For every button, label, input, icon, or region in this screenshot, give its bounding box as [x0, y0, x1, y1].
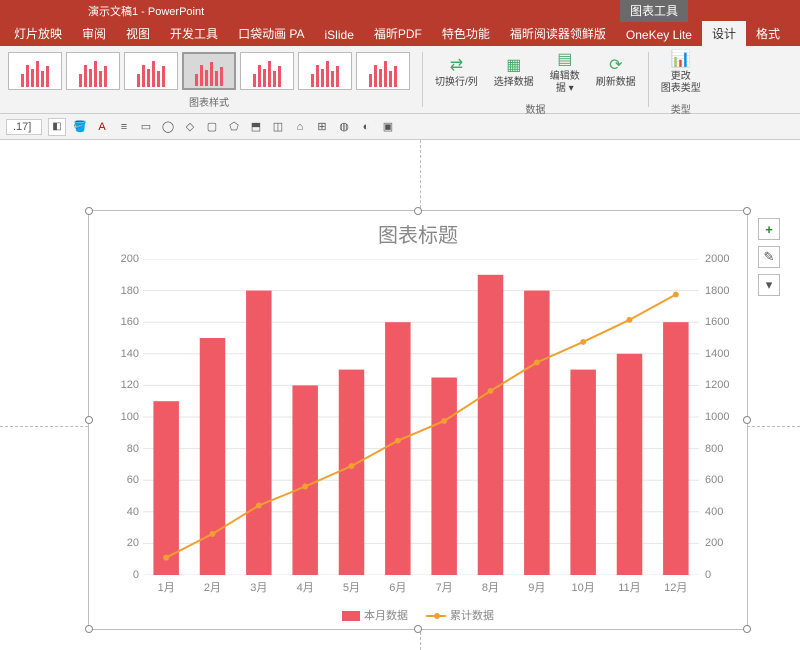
chart-legend[interactable]: 本月数据 累计数据 [89, 607, 747, 623]
tab-onekey[interactable]: OneKey Lite [616, 24, 702, 46]
color-fill-icon[interactable]: 🪣 [72, 119, 88, 135]
qat-btn-1[interactable]: ◧ [48, 118, 66, 136]
chart-styles-button[interactable]: ✎ [758, 246, 780, 268]
chart-style-1[interactable] [8, 52, 62, 90]
resize-handle-nw[interactable] [85, 207, 93, 215]
chart-style-4[interactable] [182, 52, 236, 90]
chart-style-gallery[interactable] [0, 46, 418, 92]
legend-swatch-bar [342, 611, 360, 621]
chart-svg [143, 259, 699, 575]
switch-icon: ⇄ [450, 56, 463, 75]
y-axis-left: 020406080100120140160180200 [99, 259, 139, 575]
ribbon-body: 图表样式 ⇄切换行/列 ▦选择数据 ▤编辑数 据 ▾ ⟳刷新数据 数据 📊更改 … [0, 46, 800, 114]
select-data-button[interactable]: ▦选择数据 [486, 46, 542, 99]
chart-style-7[interactable] [356, 52, 410, 90]
shape-icon-9[interactable]: ⊞ [314, 119, 330, 135]
shape-icon-6[interactable]: ⬒ [248, 119, 264, 135]
refresh-data-button[interactable]: ⟳刷新数据 [588, 46, 644, 99]
tab-context-chart-tools: 图表工具 [620, 0, 688, 22]
tab-view[interactable]: 视图 [116, 21, 160, 46]
font-color-icon[interactable]: A [94, 119, 110, 135]
chart-elements-button[interactable]: + [758, 218, 780, 240]
shape-icon-2[interactable]: ◯ [160, 119, 176, 135]
shape-icon-4[interactable]: ▢ [204, 119, 220, 135]
chart-style-2[interactable] [66, 52, 120, 90]
refresh-icon: ⟳ [609, 56, 622, 75]
grid-icon: ▦ [506, 56, 521, 75]
chart-style-3[interactable] [124, 52, 178, 90]
edit-data-button[interactable]: ▤编辑数 据 ▾ [542, 46, 588, 99]
switch-row-col-button[interactable]: ⇄切换行/列 [427, 46, 486, 99]
chart-object[interactable]: 图表标题 020406080100120140160180200 0200400… [88, 210, 748, 630]
x-axis: 1月2月3月4月5月6月7月8月9月10月11月12月 [143, 579, 699, 595]
shape-icon-12[interactable]: ▣ [380, 119, 396, 135]
shape-icon-3[interactable]: ◇ [182, 119, 198, 135]
legend-item-bar[interactable]: 本月数据 [342, 607, 408, 623]
shape-icon-11[interactable]: ◐ [358, 119, 374, 135]
chart-type-icon: 📊 [671, 50, 691, 69]
tab-slideshow[interactable]: 灯片放映 [4, 21, 72, 46]
shape-icon-1[interactable]: ▭ [138, 119, 154, 135]
shape-icon-8[interactable]: ⌂ [292, 119, 308, 135]
align-icon[interactable]: ≡ [116, 119, 132, 135]
tab-format[interactable]: 格式 [746, 21, 790, 46]
shape-icon-7[interactable]: ◫ [270, 119, 286, 135]
tab-pocket-anim[interactable]: 口袋动画 PA [228, 21, 314, 46]
chart-filters-button[interactable]: ▾ [758, 274, 780, 296]
tab-special[interactable]: 特色功能 [432, 21, 500, 46]
tab-review[interactable]: 审阅 [72, 21, 116, 46]
quick-access-toolbar: .17] ◧ 🪣 A ≡ ▭ ◯ ◇ ▢ ⬠ ⬒ ◫ ⌂ ⊞ ◍ ◐ ▣ [0, 114, 800, 140]
group-label-data: 数据 [525, 101, 545, 116]
shape-icon-5[interactable]: ⬠ [226, 119, 242, 135]
table-icon: ▤ [557, 50, 572, 69]
resize-handle-w[interactable] [85, 416, 93, 424]
resize-handle-se[interactable] [743, 625, 751, 633]
tab-foxit-reader[interactable]: 福昕阅读器领鲜版 [500, 21, 616, 46]
tab-developer[interactable]: 开发工具 [160, 21, 228, 46]
coord-box: .17] [6, 119, 42, 135]
y-axis-right: 0200400600800100012001400160018002000 [705, 259, 745, 575]
group-label-type: 类型 [671, 101, 691, 116]
app-title: 演示文稿1 - PowerPoint [88, 3, 204, 19]
group-label-styles: 图表样式 [189, 94, 229, 109]
resize-handle-sw[interactable] [85, 625, 93, 633]
shape-icon-10[interactable]: ◍ [336, 119, 352, 135]
slide-canvas[interactable]: 图表标题 020406080100120140160180200 0200400… [0, 140, 800, 650]
resize-handle-ne[interactable] [743, 207, 751, 215]
chart-title[interactable]: 图表标题 [89, 219, 747, 248]
chart-plot-area[interactable]: 020406080100120140160180200 020040060080… [143, 259, 699, 575]
legend-item-line[interactable]: 累计数据 [426, 607, 494, 623]
chart-style-5[interactable] [240, 52, 294, 90]
ribbon-tabs: 灯片放映 审阅 视图 开发工具 口袋动画 PA iSlide 福昕PDF 特色功… [0, 22, 800, 46]
chart-style-6[interactable] [298, 52, 352, 90]
resize-handle-s[interactable] [414, 625, 422, 633]
chart-side-buttons: + ✎ ▾ [758, 218, 780, 296]
tab-design[interactable]: 设计 [702, 21, 746, 46]
tab-islide[interactable]: iSlide [315, 24, 364, 46]
change-chart-type-button[interactable]: 📊更改 图表类型 [653, 46, 709, 99]
tab-foxit-pdf[interactable]: 福昕PDF [364, 21, 432, 46]
legend-swatch-line [426, 615, 446, 617]
resize-handle-n[interactable] [414, 207, 422, 215]
